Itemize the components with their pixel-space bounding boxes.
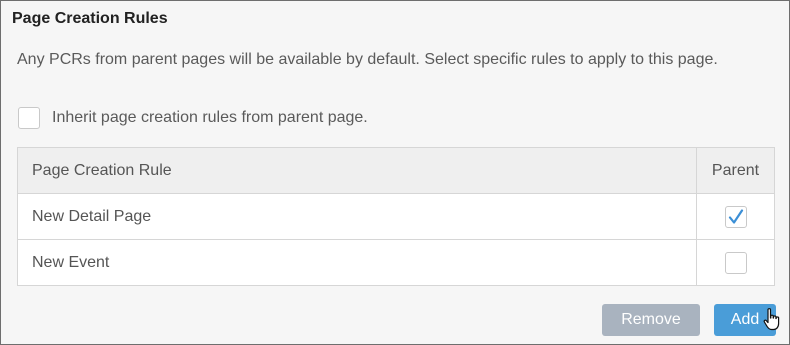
parent-checkbox[interactable] (724, 251, 747, 274)
panel-description: Any PCRs from parent pages will be avail… (17, 51, 718, 68)
table-header-row: Page Creation Rule Parent (17, 147, 775, 194)
panel-title: Page Creation Rules (12, 10, 168, 27)
inherit-rules-label[interactable]: Inherit page creation rules from parent … (52, 109, 368, 127)
hand-pointer-icon (763, 308, 780, 331)
page-creation-rules-panel: Page Creation Rules Any PCRs from parent… (0, 0, 790, 345)
column-header-parent: Parent (696, 147, 775, 194)
remove-button[interactable]: Remove (602, 304, 700, 336)
page-creation-rules-table: Page Creation Rule Parent New Detail Pag… (17, 147, 775, 286)
table-row[interactable]: New Detail Page (17, 193, 775, 240)
rule-name-cell: New Detail Page (17, 193, 697, 240)
column-header-rule: Page Creation Rule (17, 147, 697, 194)
parent-cell (696, 239, 775, 286)
rule-name-cell: New Event (17, 239, 697, 286)
parent-checkbox-checked[interactable] (724, 205, 747, 228)
parent-cell (696, 193, 775, 240)
checkmark-icon (728, 208, 743, 224)
inherit-rules-row[interactable]: Inherit page creation rules from parent … (18, 107, 368, 129)
inherit-rules-checkbox[interactable] (18, 107, 40, 129)
table-row[interactable]: New Event (17, 239, 775, 286)
